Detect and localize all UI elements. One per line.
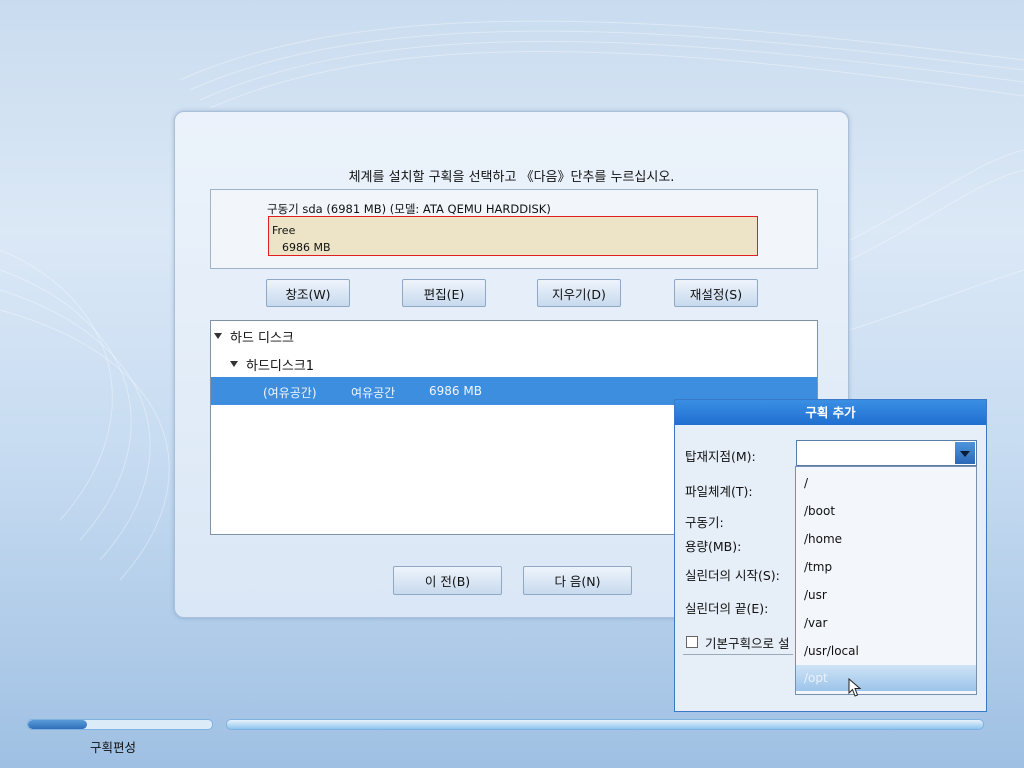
size-label: 용량(MB): xyxy=(685,539,742,554)
dropdown-option[interactable]: /home xyxy=(804,532,842,546)
create-button[interactable]: 창조(W) xyxy=(266,279,350,307)
drive-map: 구동기 sda (6981 MB) (모델: ATA QEMU HARDDISK… xyxy=(210,189,818,269)
chevron-down-icon[interactable] xyxy=(955,442,975,464)
expand-triangle-icon[interactable] xyxy=(214,333,222,339)
dialog-divider xyxy=(683,654,793,655)
dialog-title: 구획 추가 xyxy=(675,400,986,425)
cylinder-start-label: 실린더의 시작(S): xyxy=(685,568,780,583)
free-label: Free xyxy=(272,224,296,237)
dropdown-option[interactable]: /boot xyxy=(804,504,835,518)
dropdown-option[interactable]: / xyxy=(804,476,808,490)
drive-label: 구동기 sda (6981 MB) (모델: ATA QEMU HARDDISK… xyxy=(267,202,551,216)
dropdown-option[interactable]: /usr xyxy=(804,588,827,602)
dropdown-option[interactable]: /usr/local xyxy=(804,644,859,658)
mount-point-label: 탑재지점(M): xyxy=(685,449,756,464)
mount-point-dropdown[interactable]: / /boot /home /tmp /usr /var /usr/local … xyxy=(795,466,977,695)
tree-cell-type: 여유공간 xyxy=(351,386,396,400)
filesystem-label: 파일체계(T): xyxy=(685,484,753,499)
reset-button[interactable]: 재설정(S) xyxy=(674,279,758,307)
tree-cell-size: 6986 MB xyxy=(429,384,482,398)
mount-point-combo[interactable] xyxy=(796,440,977,466)
free-size: 6986 MB xyxy=(282,241,331,254)
tree-row-harddisks[interactable]: 하드 디스크 xyxy=(211,322,820,350)
primary-partition-checkbox[interactable] xyxy=(686,636,698,648)
overall-progress-bar xyxy=(226,719,984,730)
step-label: 구획편성 xyxy=(90,740,137,755)
tree-row-disk1[interactable]: 하드디스크1 xyxy=(211,350,836,378)
tree-root-label: 하드 디스크 xyxy=(230,330,294,346)
next-button[interactable]: 다 음(N) xyxy=(523,566,632,595)
free-space-segment[interactable]: Free 6986 MB xyxy=(268,216,758,256)
dropdown-option[interactable]: /tmp xyxy=(804,560,832,574)
dropdown-option-highlighted[interactable]: /opt xyxy=(796,665,976,691)
drive-label: 구동기: xyxy=(685,515,724,530)
back-button[interactable]: 이 전(B) xyxy=(393,566,502,595)
primary-partition-label: 기본구획으로 설 xyxy=(705,636,790,651)
cylinder-end-label: 실린더의 끝(E): xyxy=(685,601,769,616)
mouse-pointer-icon xyxy=(848,678,862,697)
tree-cell-device: (여유공간) xyxy=(263,386,317,400)
delete-button[interactable]: 지우기(D) xyxy=(537,279,621,307)
step-progress-fill xyxy=(28,720,87,729)
edit-button[interactable]: 편집(E) xyxy=(402,279,486,307)
expand-triangle-icon[interactable] xyxy=(230,361,238,367)
dropdown-option[interactable]: /var xyxy=(804,616,827,630)
instruction-text: 체계를 설치할 구획을 선택하고 《다음》단추를 누르십시오. xyxy=(348,170,675,185)
tree-disk-label: 하드디스크1 xyxy=(246,358,315,374)
step-progress-bar xyxy=(27,719,213,730)
